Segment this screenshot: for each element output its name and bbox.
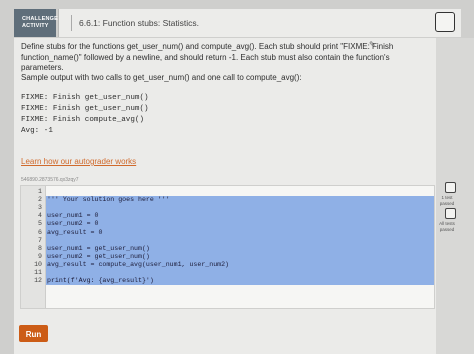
sample-output-line: FIXME: Finish compute_avg() [21, 116, 145, 124]
line-number: 3 [38, 204, 42, 212]
line-number: 5 [38, 220, 42, 228]
code-line[interactable]: 6 avg_result = 0 [21, 228, 434, 237]
line-number: 10 [34, 260, 42, 268]
title-bar: 6.6.1: Function stubs: Statistics. [58, 9, 461, 37]
bookmark-icon[interactable] [435, 12, 455, 32]
sample-intro-text: Sample output with two calls to get_user… [21, 73, 302, 82]
code-line[interactable]: 9 user_num2 = get_user_num() [21, 252, 434, 261]
activity-title: 6.6.1: Function stubs: Statistics. [79, 18, 200, 28]
code-line[interactable]: 11 [21, 269, 434, 277]
learn-autograder-link[interactable]: Learn how our autograder works [21, 157, 136, 166]
code-line[interactable]: 5 user_num2 = 0 [21, 220, 434, 229]
line-number: 8 [38, 244, 42, 252]
line-number: 2 [38, 196, 42, 204]
line-number: 12 [34, 277, 42, 285]
code-line[interactable]: 12 print(f'Avg: {avg_result}') [21, 277, 434, 285]
code-text[interactable]: avg_result = compute_avg(user_num1, user… [47, 260, 230, 269]
sample-output: FIXME: Finish get_user_num() FIXME: Fini… [21, 93, 149, 137]
code-text[interactable]: avg_result = 0 [47, 228, 103, 237]
sample-output-line: FIXME: Finish get_user_num() [21, 105, 149, 113]
activity-content: Define stubs for the functions get_user_… [14, 38, 436, 354]
run-button[interactable]: Run [19, 325, 48, 342]
header-divider [71, 15, 72, 31]
editor-id: 546890.2873576.qx3zqy7 [21, 177, 79, 183]
sample-output-line: FIXME: Finish get_user_num() [21, 94, 149, 102]
line-number: 4 [38, 212, 42, 220]
code-text[interactable]: user_num2 = 0 [47, 220, 99, 229]
code-editor[interactable]: 1 2 ''' Your solution goes here ''' 3 4 user_… [20, 185, 435, 309]
activity-header: CHALLENGE ACTIVITY 6.6.1: Function stubs… [14, 9, 461, 39]
test-result-checkbox-icon [445, 208, 456, 219]
test-result-checkbox-icon [445, 182, 456, 193]
challenge-activity-badge: CHALLENGE ACTIVITY [14, 9, 59, 37]
badge-line-2: ACTIVITY [22, 23, 49, 29]
code-text[interactable]: user_num1 = get_user_num() [47, 244, 150, 253]
code-line[interactable]: 3 [21, 204, 434, 212]
code-line[interactable]: 1 [21, 188, 434, 196]
badge-line-1: CHALLENGE [22, 16, 59, 22]
code-text[interactable]: print(f'Avg: {avg_result}') [47, 277, 154, 285]
code-line[interactable]: 4 user_num1 = 0 [21, 212, 434, 221]
test-result-label: 1 test passed [439, 195, 455, 206]
code-text[interactable]: user_num2 = get_user_num() [47, 252, 150, 261]
results-column: 1 test passed All tests passed [436, 38, 474, 354]
test-result-label: All tests passed [439, 221, 455, 232]
line-number: 6 [38, 228, 42, 236]
line-number: 1 [38, 188, 42, 195]
code-line[interactable]: 2 ''' Your solution goes here ''' [21, 196, 434, 205]
line-number: 9 [38, 252, 42, 260]
code-line[interactable]: 7 [21, 237, 434, 245]
sample-output-line: Avg: -1 [21, 127, 53, 135]
code-text[interactable]: ''' Your solution goes here ''' [47, 196, 170, 205]
line-number: 11 [34, 269, 42, 276]
pencil-icon: ✎ [369, 40, 376, 49]
code-text[interactable]: user_num1 = 0 [47, 212, 99, 221]
code-line[interactable]: 8 user_num1 = get_user_num() [21, 244, 434, 253]
code-line[interactable]: 10 avg_result = compute_avg(user_num1, us… [21, 260, 434, 269]
line-number: 7 [38, 236, 42, 244]
